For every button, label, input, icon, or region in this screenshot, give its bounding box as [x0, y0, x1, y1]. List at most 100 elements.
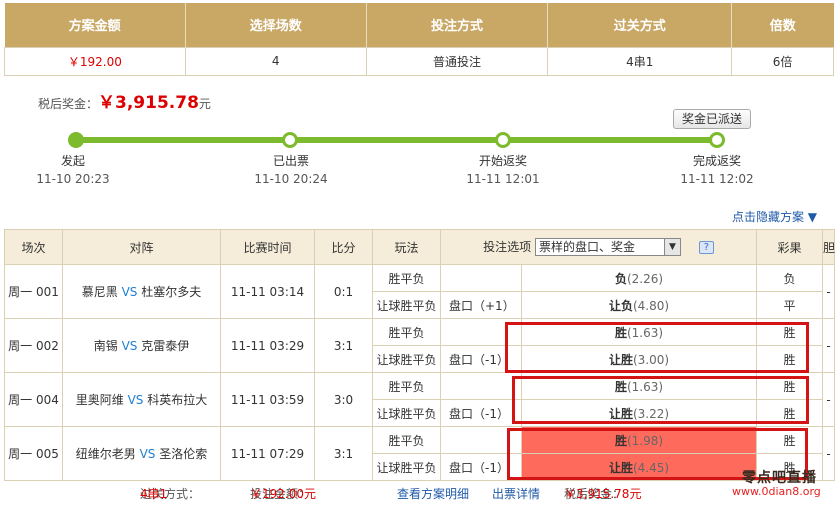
summary-header-amount: 方案金额: [4, 3, 186, 47]
handicap: 盘口（-1）: [440, 453, 522, 481]
progress-node-start: [68, 132, 84, 148]
prize-dispatched-button[interactable]: 奖金已派送: [673, 109, 751, 129]
progress-node-payout-start: [495, 132, 511, 148]
col-result: 彩果: [756, 229, 824, 265]
danger-mark: -: [822, 372, 836, 427]
summary-header-multiple: 倍数: [731, 3, 834, 47]
play-type: 让球胜平负: [372, 345, 441, 373]
summary-header-pass-type: 过关方式: [547, 3, 733, 47]
step-time: 11-10 20:23: [36, 172, 110, 186]
handicap: 盘口（-1）: [440, 399, 522, 427]
away-team: 科英布拉大: [147, 393, 208, 407]
handicap: [440, 426, 522, 454]
watermark-url: www.0dian8.org: [732, 485, 821, 498]
step-label: 已出票: [272, 154, 309, 168]
match-session: 周一 001: [4, 264, 63, 319]
bet-pick: 胜(1.63): [520, 372, 758, 400]
progress-node-ticketed: [282, 132, 298, 148]
summary-pass-type: 4串1: [547, 46, 733, 76]
col-danger: 胆: [822, 229, 835, 265]
pick-label: 让胜: [608, 352, 633, 367]
home-team: 纽维尔老男: [75, 447, 136, 461]
play-type: 胜平负: [372, 372, 441, 400]
step-time: 11-11 12:01: [466, 172, 540, 186]
match-score: 3:1: [314, 318, 373, 373]
bet-pick: 胜(1.63): [520, 318, 758, 346]
play-type: 让球胜平负: [372, 291, 441, 319]
view-plan-detail-link[interactable]: 查看方案明细: [397, 485, 469, 502]
odds-display-select[interactable]: 票样的盘口、奖金 ▼: [535, 238, 682, 257]
vs-label: VS: [121, 285, 138, 299]
summary-matches: 4: [184, 46, 367, 76]
pick-odds: (1.63): [626, 379, 664, 394]
step-time: 11-10 20:24: [254, 172, 328, 186]
order-summary-table: 方案金额 选择场数 投注方式 过关方式 倍数 ￥192.00 4 普通投注 4串…: [4, 3, 834, 76]
handicap: [440, 264, 522, 292]
summary-bet-type: 普通投注: [365, 46, 549, 76]
help-icon[interactable]: ?: [698, 240, 714, 254]
progress-step-payout-start: 开始返奖 11-11 12:01: [448, 152, 558, 186]
table-row: 周一 002 南锡 VS 克雷泰伊 11-11 03:29 3:1 胜平负 胜(…: [4, 318, 836, 373]
options-label: 投注选项: [483, 239, 532, 254]
select-value: 票样的盘口、奖金: [539, 240, 636, 255]
progress-step-ticketed: 已出票 11-10 20:24: [236, 152, 346, 186]
footer-prize-value: ￥3,915.78元: [564, 487, 642, 501]
step-label: 完成返奖: [692, 154, 741, 168]
match-time: 11-11 03:59: [220, 372, 315, 427]
col-play: 玩法: [372, 229, 441, 265]
progress-step-start: 发起 11-10 20:23: [18, 152, 128, 186]
site-watermark: 零点吧直播 www.0dian8.org: [714, 463, 834, 501]
bet-pick: 让胜(3.22): [520, 399, 758, 427]
handicap: 盘口（+1）: [440, 291, 522, 319]
match-teams: 慕尼黑 VS 杜塞尔多夫: [62, 264, 221, 319]
pick-odds: (3.00): [632, 352, 670, 367]
progress-step-payout-done: 完成返奖 11-11 12:02: [662, 152, 772, 186]
play-type: 让球胜平负: [372, 453, 441, 481]
match-time: 11-11 07:29: [220, 426, 315, 481]
match-result: 平: [756, 291, 824, 319]
pick-odds: (3.22): [632, 406, 670, 421]
home-team: 慕尼黑: [81, 285, 118, 299]
match-session: 周一 005: [4, 426, 63, 481]
watermark-title: 零点吧直播: [742, 470, 817, 486]
summary-multiple: 6倍: [731, 46, 834, 76]
pick-odds: (1.63): [626, 325, 664, 340]
bet-pick: 让负(4.80): [520, 291, 758, 319]
hide-plan-link[interactable]: 点击隐藏方案 ▼: [732, 208, 817, 225]
table-row: 周一 001 慕尼黑 VS 杜塞尔多夫 11-11 03:14 0:1 胜平负 …: [4, 264, 836, 319]
summary-header-bet-type: 投注方式: [366, 3, 549, 47]
bet-pick: 负(2.26): [520, 264, 758, 292]
away-team: 克雷泰伊: [141, 339, 190, 353]
play-type: 胜平负: [372, 264, 441, 292]
pick-label: 胜: [614, 433, 627, 448]
pick-label: 让胜: [608, 406, 633, 421]
match-teams: 里奥阿维 VS 科英布拉大: [62, 372, 221, 427]
after-tax-prize: 税后奖金：￥3,915.78元: [38, 88, 211, 113]
match-session: 周一 004: [4, 372, 63, 427]
prize-label: 税后奖金：: [38, 97, 99, 111]
step-time: 11-11 12:02: [680, 172, 754, 186]
match-result: 胜: [756, 426, 824, 454]
away-team: 杜塞尔多夫: [141, 285, 202, 299]
ticket-detail-link[interactable]: 出票详情: [492, 485, 540, 502]
match-score: 3:1: [314, 426, 373, 481]
match-result: 胜: [756, 318, 824, 346]
home-team: 里奥阿维: [75, 393, 124, 407]
pick-label: 让负: [608, 298, 633, 313]
vs-label: VS: [121, 339, 138, 353]
match-session: 周一 002: [4, 318, 63, 373]
match-teams: 南锡 VS 克雷泰伊: [62, 318, 221, 373]
pick-label: 负: [614, 271, 627, 286]
col-match: 对阵: [62, 229, 221, 265]
match-result: 胜: [756, 399, 824, 427]
footer-pass-value: 4串1: [140, 487, 168, 501]
danger-mark: -: [822, 264, 836, 319]
prize-amount: ￥3,915.78: [98, 93, 199, 113]
chevron-down-icon: ▼: [664, 239, 681, 256]
handicap: 盘口（-1）: [440, 345, 522, 373]
match-time: 11-11 03:29: [220, 318, 315, 373]
match-result: 胜: [756, 372, 824, 400]
bet-detail-table: 场次 对阵 比赛时间 比分 玩法 投注选项 票样的盘口、奖金 ▼ ? 彩果 胆 周…: [4, 229, 835, 481]
match-result: 胜: [756, 345, 824, 373]
play-type: 胜平负: [372, 318, 441, 346]
